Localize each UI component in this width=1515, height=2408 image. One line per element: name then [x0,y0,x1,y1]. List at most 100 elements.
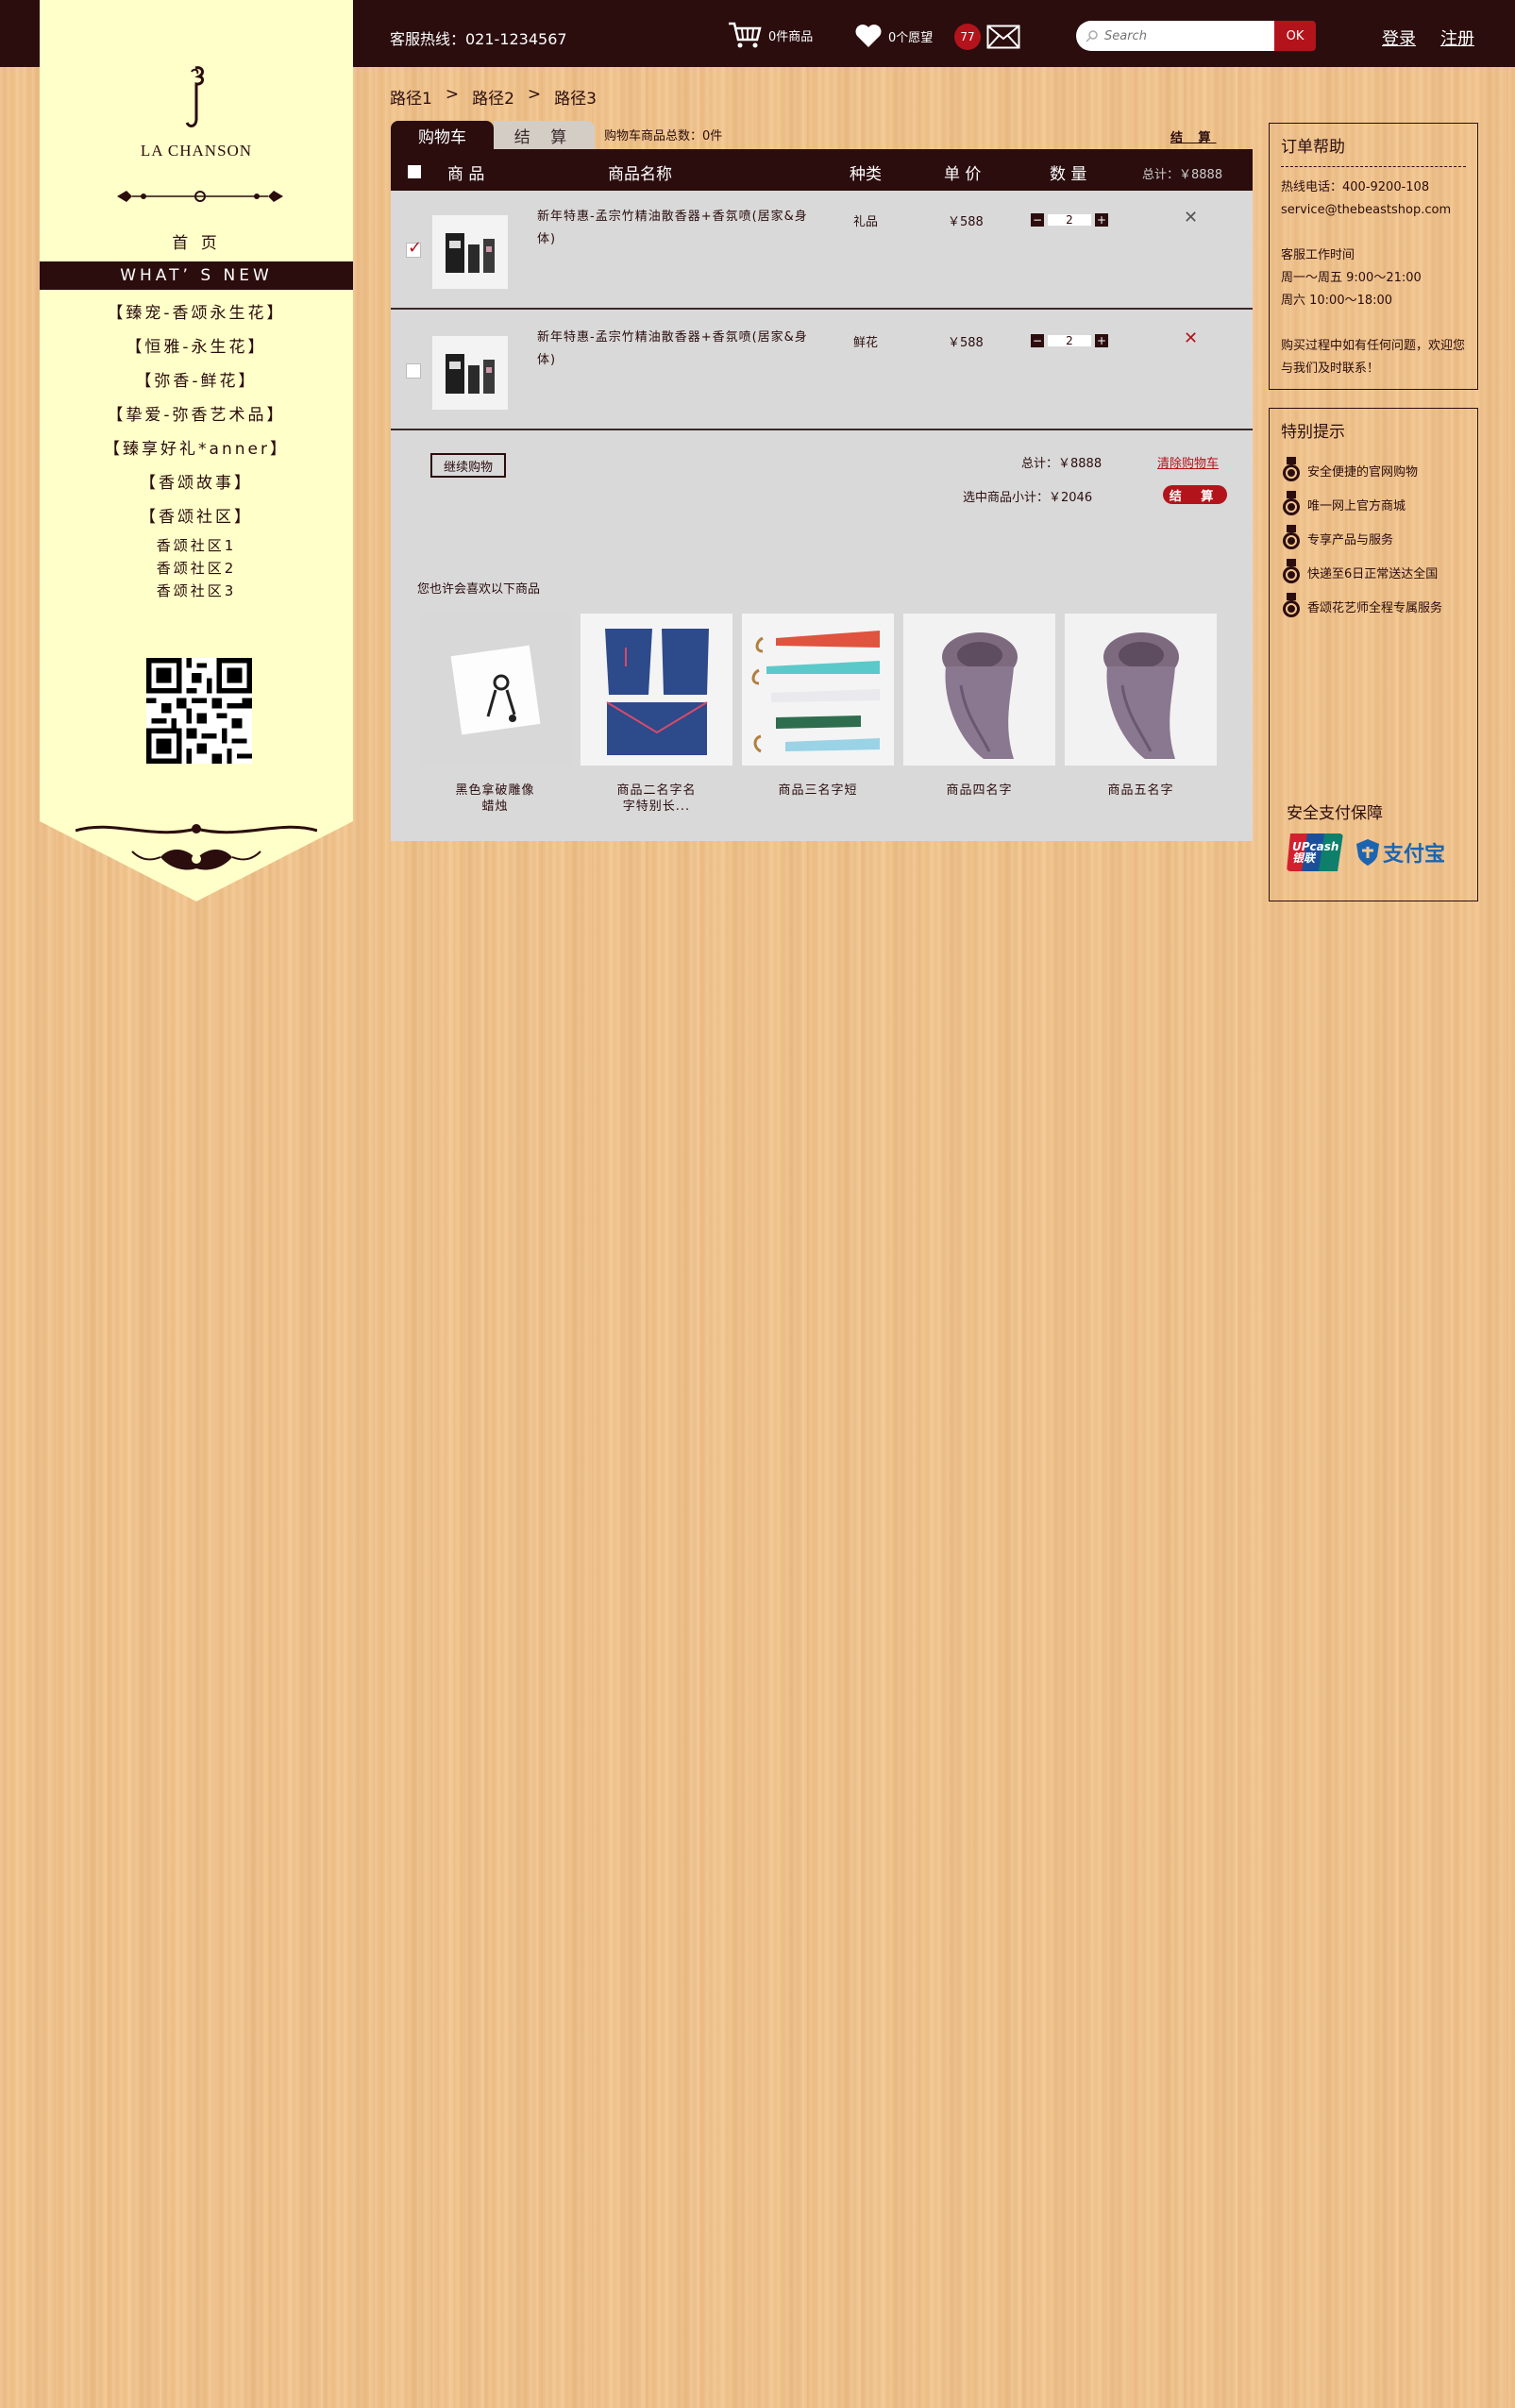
recommended-name: 商品五名字 [1107,783,1174,798]
tip-text: 香颂花艺师全程专属服务 [1307,600,1443,615]
nav-item[interactable]: 【弥香-鲜花】 [40,364,353,398]
continue-shopping-button[interactable]: 继续购物 [430,453,506,478]
alipay-shield-icon [1356,839,1379,866]
nav-sub-item[interactable]: 香颂社区1 [40,534,353,557]
recommended-image [419,614,571,766]
cart-row: 新年特惠-孟宗竹精油散香器+香氛喷(居家&身体) 鲜花 ￥588 − 2 + ✕ [391,312,1253,430]
delete-row-icon[interactable]: ✕ [1184,328,1198,348]
nav-item[interactable]: 【恒雅-永生花】 [40,330,353,364]
product-name[interactable]: 新年特惠-孟宗竹精油散香器+香氛喷(居家&身体) [537,206,811,251]
medal-icon [1283,593,1300,617]
breadcrumb-item[interactable]: 路径3 [554,85,597,109]
product-image-icon [446,354,495,394]
nav-home[interactable]: 首 页 [40,229,353,253]
help-email[interactable]: service@thebeastshop.com [1281,199,1466,222]
checkout-link[interactable]: 结 算 [1170,127,1217,145]
tip-item: 唯一网上官方商城 [1281,487,1466,521]
tip-item: 快递至6日正常送达全国 [1281,555,1466,589]
breadcrumb-item[interactable]: 路径1 [390,85,432,109]
header-name: 商品名称 [608,165,672,184]
heart-icon [855,25,882,47]
recommended-name: 商品四名字 [946,783,1013,798]
checkout-button[interactable]: 结 算 [1163,485,1227,504]
medal-icon [1283,457,1300,481]
payment-title: 安全支付保障 [1287,804,1383,823]
recommendations-title: 您也许会喜欢以下商品 [417,582,541,597]
nav-sub-item[interactable]: 香颂社区2 [40,557,353,580]
tab-cart[interactable]: 购物车 [391,121,494,149]
row-checkbox[interactable] [406,238,422,258]
nav-item[interactable]: 【香颂社区】 [40,500,353,534]
scarf-image-icon [1103,631,1179,759]
decrease-qty-button[interactable]: − [1031,213,1044,227]
recommendations-list: 黑色拿破雕像 蜡烛 商品二名字名 字特别长... 商品三名字短 商品四名字 商品… [419,614,1217,815]
search-box [1076,21,1274,51]
recommended-image [742,614,894,766]
nav-item[interactable]: 【挚爱-弥香艺术品】 [40,398,353,432]
product-name[interactable]: 新年特惠-孟宗竹精油散香器+香氛喷(居家&身体) [537,327,811,372]
select-all-checkbox[interactable] [408,165,421,178]
tab-checkout[interactable]: 结 算 [494,121,595,149]
recommended-item[interactable]: 黑色拿破雕像 蜡烛 [419,614,571,815]
cart-total: 总计：￥8888 [1021,457,1103,471]
increase-qty-button[interactable]: + [1095,213,1108,227]
nav-item[interactable]: 【臻宠-香颂永生花】 [40,296,353,330]
header-price: 单 价 [944,165,982,184]
delete-row-icon[interactable]: ✕ [1184,208,1198,227]
tip-item: 香颂花艺师全程专属服务 [1281,589,1466,623]
product-thumbnail[interactable] [432,336,508,410]
shopping-cart-icon [729,22,762,48]
quantity-stepper: − 2 + [1031,213,1108,227]
decrease-qty-button[interactable]: − [1031,334,1044,347]
qr-code-icon [146,658,252,764]
tip-text: 安全便捷的官网购物 [1307,464,1419,480]
tips-title: 特别提示 [1281,423,1345,442]
medal-icon [1283,525,1300,549]
product-thumbnail[interactable] [432,215,508,289]
header-messages[interactable]: 77 [954,24,1020,50]
tip-text: 快递至6日正常送达全国 [1307,566,1439,581]
help-hours-title: 客服工作时间 [1281,248,1355,262]
recommended-item[interactable]: 商品二名字名 字特别长... [581,614,732,815]
search-icon [1086,30,1098,42]
nav-sub-item[interactable]: 香颂社区3 [40,580,353,602]
product-type: 礼品 [853,215,879,229]
breadcrumb-item[interactable]: 路径2 [472,85,514,109]
candle-image-icon [450,645,540,734]
umbrellas-image-icon [751,630,880,752]
register-link[interactable]: 注册 [1440,25,1474,50]
recommended-name: 黑色拿破雕像 蜡烛 [455,783,535,814]
header-type: 种类 [850,165,882,184]
increase-qty-button[interactable]: + [1095,334,1108,347]
medal-icon [1283,491,1300,515]
tip-text: 专享产品与服务 [1307,532,1394,547]
sidebar-flourish-icon [76,824,317,870]
recommended-item[interactable]: 商品四名字 [903,614,1055,815]
header-total: 总计：￥8888 [1142,168,1223,182]
recommended-item[interactable]: 商品五名字 [1065,614,1217,815]
recommended-item[interactable]: 商品三名字短 [742,614,894,815]
nav-item[interactable]: 【香颂故事】 [40,466,353,500]
order-help-box: 订单帮助 热线电话：400-9200-108 service@thebeasts… [1269,123,1478,390]
payment-logos: UPcash 银联 支付宝 [1287,834,1445,871]
breadcrumb: 路径1 > 路径2 > 路径3 [390,85,597,109]
message-count-badge: 77 [954,24,981,50]
sidebar-nav: 【臻宠-香颂永生花】 【恒雅-永生花】 【弥香-鲜花】 【挚爱-弥香艺术品】 【… [40,296,353,602]
logo-text: LA CHANSON [140,142,253,160]
search-input[interactable] [1104,28,1265,43]
header-cart[interactable]: 0件商品 [727,21,813,49]
selected-subtotal: 选中商品小计：￥2046 [963,491,1093,505]
nav-whats-new[interactable]: WHAT’ S NEW [40,261,353,290]
header-wishlist[interactable]: 0个愿望 [854,24,933,48]
brand-logo[interactable]: LA CHANSON [40,64,353,160]
qty-input[interactable]: 2 [1048,335,1091,346]
tip-item: 专享产品与服务 [1281,521,1466,555]
search-button[interactable]: OK [1274,21,1316,51]
clear-cart-link[interactable]: 清除购物车 [1157,453,1219,471]
nav-item[interactable]: 【臻享好礼*anner】 [40,432,353,466]
login-link[interactable]: 登录 [1382,25,1416,50]
row-checkbox[interactable] [406,363,421,379]
qty-input[interactable]: 2 [1048,214,1091,226]
cart-tabs: 购物车 结 算 [391,121,595,149]
logo-mark-icon [185,66,205,127]
